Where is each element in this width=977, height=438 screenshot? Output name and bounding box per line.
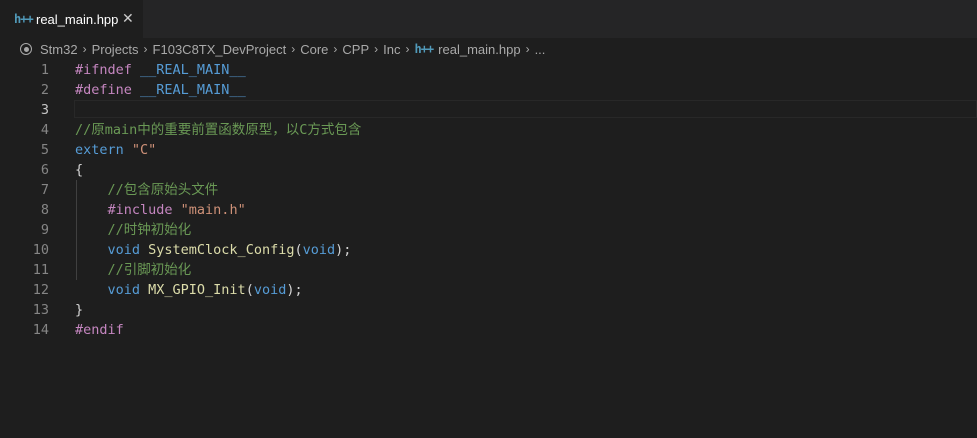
chevron-right-icon: › <box>525 42 530 56</box>
line-number: 5 <box>40 142 49 158</box>
token-punc <box>75 202 108 218</box>
code-text: void MX_GPIO_Init(void); <box>75 280 303 300</box>
token-comment: //包含原始头文件 <box>107 182 219 198</box>
line-number: 11 <box>32 262 49 278</box>
line-number: 2 <box>40 82 49 98</box>
code-editor[interactable]: 1 #ifndef __REAL_MAIN__ 2 #define __REAL_MA… <box>0 60 977 438</box>
code-text: //时钟初始化 <box>75 220 192 240</box>
token-macro: __REAL_MAIN__ <box>140 82 246 98</box>
code-line[interactable]: 9 //时钟初始化 <box>0 220 977 240</box>
token-punc: ); <box>286 282 303 298</box>
chevron-right-icon: › <box>143 42 148 56</box>
code-line[interactable]: 12 void MX_GPIO_Init(void); <box>0 280 977 300</box>
code-line[interactable]: 4 //原main中的重要前置函数原型，以C方式包含 <box>0 120 977 140</box>
breadcrumb-item-cpp[interactable]: CPP <box>342 42 369 57</box>
code-line[interactable]: 7 //包含原始头文件 <box>0 180 977 200</box>
code-line[interactable]: 1 #ifndef __REAL_MAIN__ <box>0 60 977 80</box>
chevron-right-icon: › <box>374 42 379 56</box>
token-punc <box>75 282 108 298</box>
breadcrumb-item-projects[interactable]: Projects <box>92 42 139 57</box>
code-text: #ifndef __REAL_MAIN__ <box>75 60 246 80</box>
code-line[interactable]: 2 #define __REAL_MAIN__ <box>0 80 977 100</box>
code-line[interactable]: 6{ <box>0 160 977 180</box>
token-punc <box>75 262 108 278</box>
breadcrumb: Stm32 › Projects › F103C8TX_DevProject ›… <box>0 38 977 60</box>
token-kw: void <box>107 242 149 258</box>
token-kw: void <box>107 282 149 298</box>
code-text: //引脚初始化 <box>75 260 192 280</box>
code-text: #endif <box>75 320 124 340</box>
line-number: 13 <box>32 302 49 318</box>
line-number: 4 <box>40 122 49 138</box>
line-number: 1 <box>40 62 49 78</box>
circle-dot-icon <box>20 43 32 55</box>
line-number: 9 <box>40 222 49 238</box>
token-punc <box>75 182 108 198</box>
breadcrumb-item-stm32[interactable]: Stm32 <box>40 42 78 57</box>
token-kw: void <box>302 242 336 258</box>
token-str: "main.h" <box>180 202 246 218</box>
token-pp: #include <box>107 202 181 218</box>
code-line[interactable]: 11 //引脚初始化 <box>0 260 977 280</box>
tab-label: real_main.hpp <box>36 11 119 27</box>
chevron-right-icon: › <box>82 42 87 56</box>
tab-real-main-hpp[interactable]: h++ real_main.hpp ✕ <box>0 0 143 38</box>
code-text: { <box>75 160 83 180</box>
code-line[interactable]: 13} <box>0 300 977 320</box>
line-number: 3 <box>40 102 49 118</box>
code-line[interactable]: 3 <box>0 100 977 120</box>
token-pp: #define <box>75 82 141 98</box>
line-number: 14 <box>32 322 49 338</box>
line-number: 10 <box>32 242 49 258</box>
code-text: #include "main.h" <box>75 200 246 220</box>
tab-bar: h++ real_main.hpp ✕ <box>0 0 977 38</box>
close-icon[interactable]: ✕ <box>122 10 134 28</box>
code-line[interactable]: 10 void SystemClock_Config(void); <box>0 240 977 260</box>
token-kw: void <box>253 282 287 298</box>
token-punc: } <box>75 302 84 318</box>
chevron-right-icon: › <box>291 42 296 56</box>
code-line[interactable]: 8 #include "main.h" <box>0 200 977 220</box>
line-number: 7 <box>40 182 49 198</box>
breadcrumb-item-devproject[interactable]: F103C8TX_DevProject <box>153 42 287 57</box>
code-text: //原main中的重要前置函数原型，以C方式包含 <box>75 120 361 140</box>
token-fn: SystemClock_Config <box>148 242 295 258</box>
code-text: } <box>75 300 83 320</box>
cpp-header-file-icon: h++ <box>414 42 434 56</box>
token-pp: #ifndef <box>75 62 141 78</box>
token-punc: ( <box>245 282 254 298</box>
token-comment: //引脚初始化 <box>107 262 192 278</box>
line-number: 8 <box>40 202 49 218</box>
code-text: //包含原始头文件 <box>75 180 219 200</box>
line-number: 6 <box>40 162 49 178</box>
code-text: void SystemClock_Config(void); <box>75 240 352 260</box>
code-text: extern "C" <box>75 140 156 160</box>
token-punc: { <box>75 162 84 178</box>
token-macro: __REAL_MAIN__ <box>140 62 246 78</box>
token-punc <box>75 242 108 258</box>
chevron-right-icon: › <box>405 42 410 56</box>
breadcrumb-item-file[interactable]: real_main.hpp <box>438 42 520 57</box>
breadcrumb-item-inc[interactable]: Inc <box>383 42 400 57</box>
code-line[interactable]: 5 extern "C" <box>0 140 977 160</box>
code-text: #define __REAL_MAIN__ <box>75 80 246 100</box>
cpp-header-file-icon: h++ <box>14 12 34 26</box>
token-str: "C" <box>131 142 157 158</box>
token-comment: //时钟初始化 <box>107 222 192 238</box>
breadcrumb-item-symbols[interactable]: ... <box>535 42 546 57</box>
token-comment: //原main中的重要前置函数原型，以C方式包含 <box>75 122 362 138</box>
token-punc: ( <box>294 242 303 258</box>
token-pp: #endif <box>75 322 124 338</box>
breadcrumb-item-core[interactable]: Core <box>300 42 328 57</box>
code-line[interactable]: 14 #endif <box>0 320 977 340</box>
chevron-right-icon: › <box>333 42 338 56</box>
token-fn: MX_GPIO_Init <box>148 282 246 298</box>
line-number: 12 <box>32 282 49 298</box>
token-kw: extern <box>75 142 132 158</box>
token-punc: ); <box>335 242 352 258</box>
token-punc <box>75 222 108 238</box>
